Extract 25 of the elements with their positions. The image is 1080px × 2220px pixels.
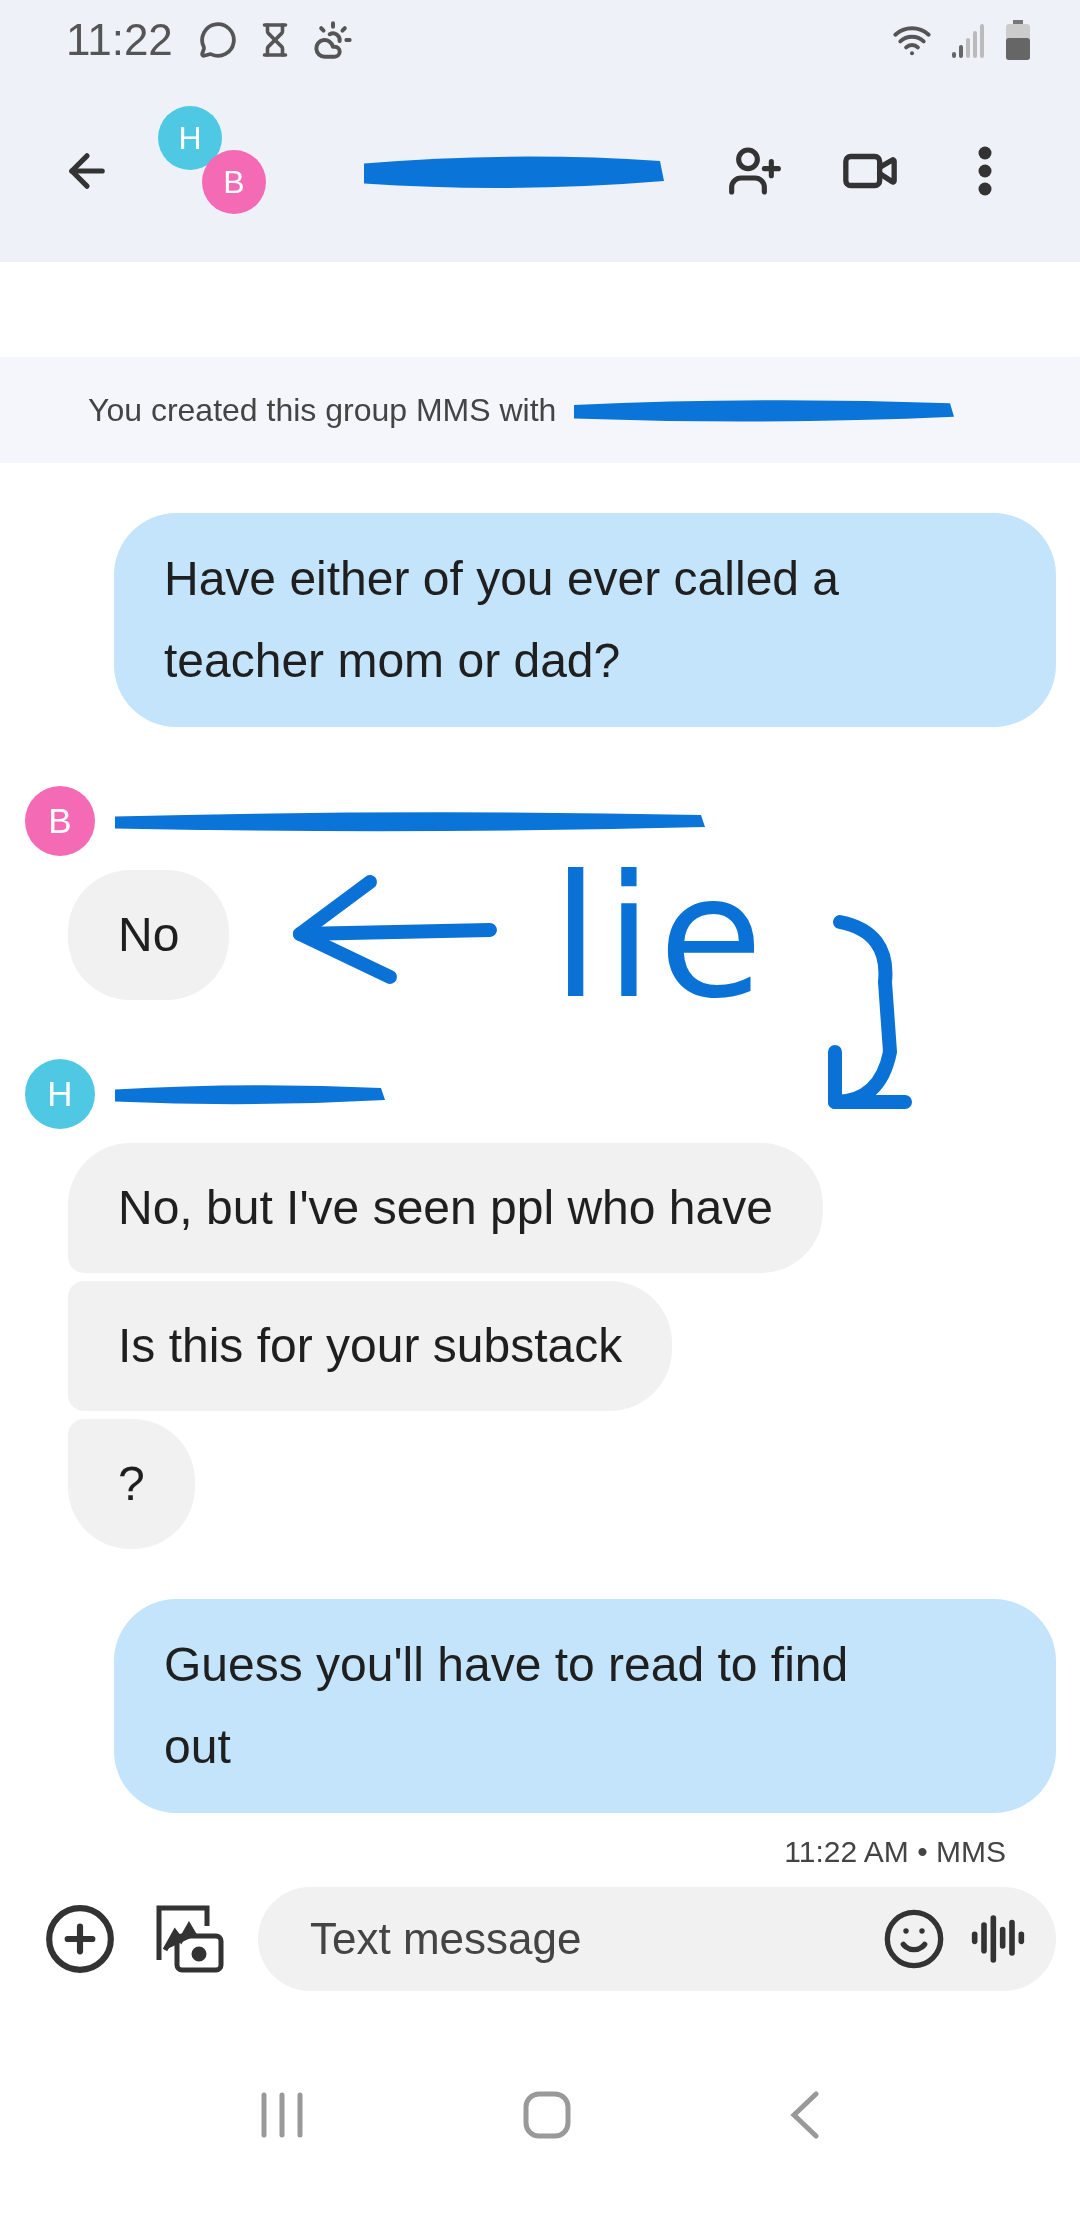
sender-avatar: H: [25, 1059, 95, 1129]
sent-message: Guess you'll have to read to find out: [114, 1599, 1056, 1813]
handwritten-annotation: lie: [552, 852, 770, 1022]
signal-icon: [952, 22, 986, 58]
recent-apps-icon[interactable]: [259, 2091, 304, 2138]
sender-avatar: B: [25, 786, 95, 856]
message-timestamp: 11:22 AM • MMS: [784, 1835, 1006, 1869]
status-time: 11:22: [66, 15, 173, 65]
emoji-icon[interactable]: [882, 1907, 946, 1971]
chat-app-icon: [198, 21, 237, 59]
more-icon: [978, 146, 992, 196]
back-nav-icon[interactable]: [790, 2090, 821, 2139]
received-message: No: [68, 870, 230, 1000]
contact-avatar: H: [158, 106, 222, 170]
home-icon[interactable]: [523, 2090, 571, 2139]
group-created-notice: You created this group MMS with: [88, 391, 557, 429]
message-input-field[interactable]: Text message: [258, 1887, 1056, 1991]
battery-icon: [1006, 20, 1030, 60]
received-message: No, but I've seen ppl who have: [68, 1143, 823, 1273]
sent-message: Have either of you ever called a teacher mom or dad?: [114, 513, 1056, 727]
received-message: ?: [68, 1419, 195, 1549]
contact-avatar: B: [202, 150, 266, 214]
received-message: Is this for your substack: [68, 1281, 673, 1411]
weather-icon: [312, 20, 353, 60]
message-text-input[interactable]: Text message: [308, 1913, 858, 1965]
